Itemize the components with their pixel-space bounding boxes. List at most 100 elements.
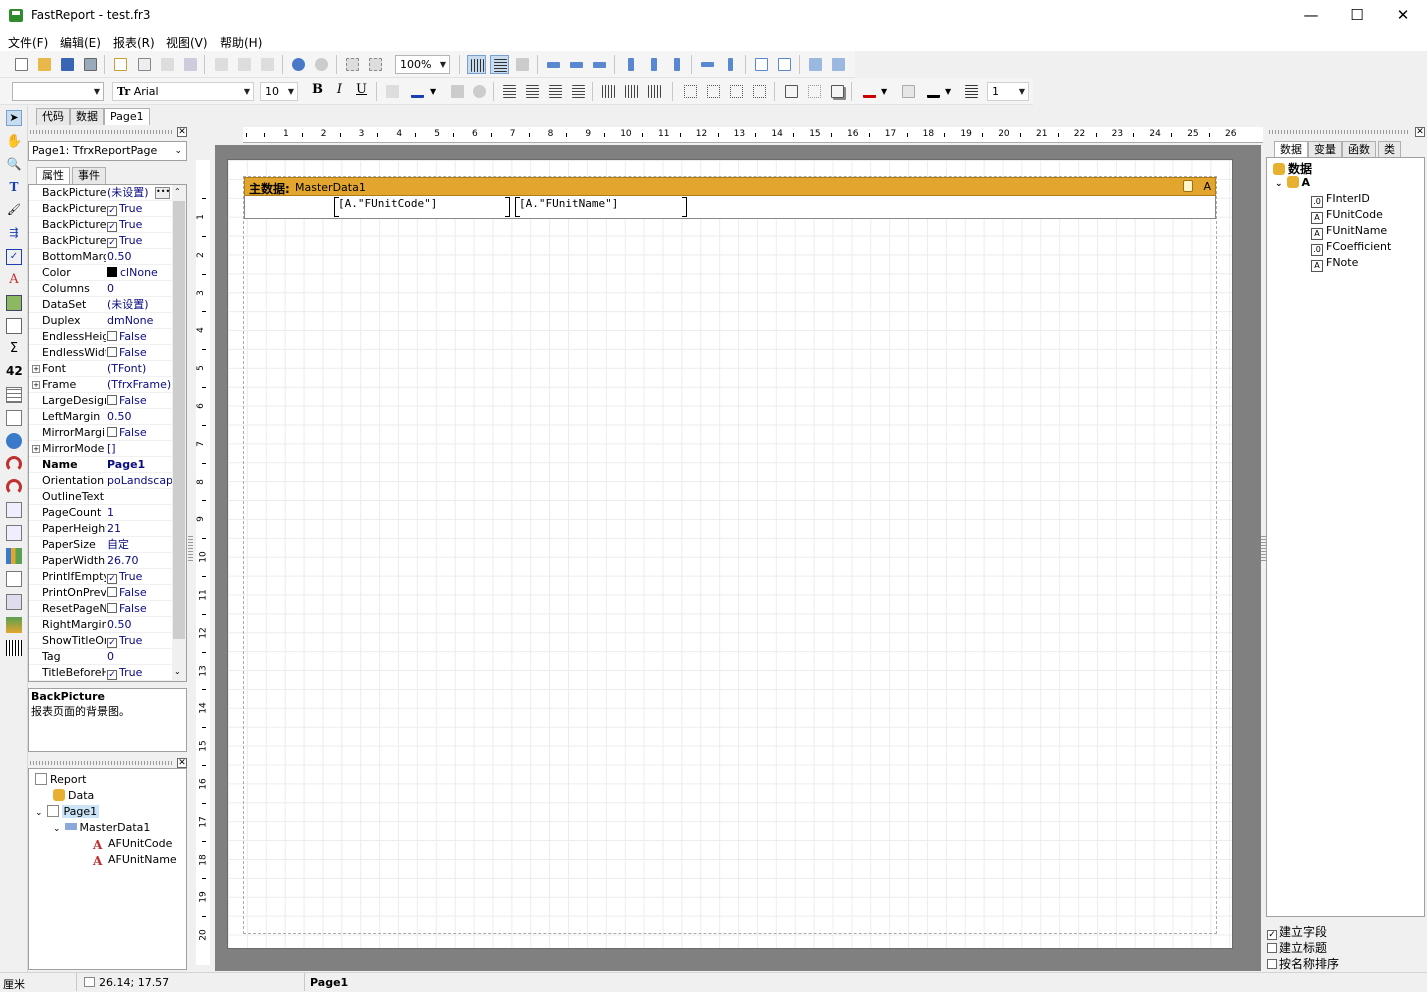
select-tool-icon[interactable]: ➤	[6, 110, 22, 126]
hand-tool-icon[interactable]: ✋	[6, 134, 22, 150]
rich-text-tool-icon[interactable]	[6, 410, 22, 426]
expand-icon[interactable]: +	[32, 445, 40, 453]
space-horizontal-icon[interactable]	[698, 55, 717, 74]
property-row[interactable]: Duplex dmNone	[29, 313, 172, 329]
frame-top-icon[interactable]	[681, 82, 700, 101]
checkbox-icon[interactable]: ✓	[107, 638, 117, 648]
align-vcenter-icon[interactable]	[644, 55, 663, 74]
menu-view[interactable]: 视图(V)	[166, 34, 208, 51]
property-value[interactable]: ✓ True	[107, 233, 173, 249]
bold-button[interactable]: B	[308, 82, 327, 101]
expand-icon[interactable]: +	[32, 365, 40, 373]
property-value[interactable]: Page1	[107, 457, 173, 473]
property-row[interactable]: MirrorMargins False	[29, 425, 172, 441]
data-field[interactable]: A FUnitName	[1311, 224, 1387, 240]
open-icon[interactable]	[35, 55, 54, 74]
property-row[interactable]: TitleBeforeHe✓True	[29, 665, 172, 681]
tab-events[interactable]: 事件	[72, 167, 106, 184]
expand-icon[interactable]: +	[32, 381, 40, 389]
font-size-combo[interactable]: 10 ▼	[260, 82, 298, 101]
menu-help[interactable]: 帮助(H)	[220, 34, 262, 51]
format-painter-icon[interactable]: 🖌	[6, 203, 22, 219]
property-row[interactable]: PageCount 1	[29, 505, 172, 521]
interval-gauge-tool-icon[interactable]	[6, 479, 22, 495]
property-row[interactable]: ShowTitleOnP✓True	[29, 633, 172, 649]
frame-all-icon[interactable]	[782, 82, 801, 101]
scroll-down-icon[interactable]: ⌄	[174, 667, 181, 676]
data-tree-dataset-a[interactable]: ⌄ A	[1275, 176, 1310, 189]
property-value[interactable]: 0	[107, 649, 173, 665]
frame-left-icon[interactable]	[727, 82, 746, 101]
frame-width-combo[interactable]: 1 ▼	[987, 82, 1029, 101]
checkbox-icon[interactable]	[107, 427, 117, 437]
memo-funitname[interactable]: [A."FUnitName"]	[515, 197, 687, 217]
property-value[interactable]: 0	[107, 281, 173, 297]
inspector-scrollbar[interactable]: ⌃ ⌄	[172, 185, 186, 681]
checkbox-icon[interactable]: ✓	[107, 574, 117, 584]
property-row[interactable]: DataSet (未设置)	[29, 297, 172, 313]
shadow-icon[interactable]	[828, 82, 847, 101]
property-row[interactable]: RightMargin 0.50	[29, 617, 172, 633]
text-justify-icon[interactable]	[569, 82, 588, 101]
property-value[interactable]: False	[107, 601, 173, 617]
ungroup-icon[interactable]	[366, 55, 385, 74]
property-row[interactable]: BackPicture (未设置) •••	[29, 185, 172, 201]
style-combo[interactable]: ▼	[12, 82, 104, 101]
rotation-icon[interactable]	[470, 82, 489, 101]
property-row[interactable]: BackPictureSt✓True	[29, 217, 172, 233]
tree-node-masterdata1[interactable]: ⌄ MasterData1	[53, 821, 150, 834]
table-tool-icon[interactable]	[6, 387, 22, 403]
property-row[interactable]: BackPictureVi✓True	[29, 233, 172, 249]
tab-code[interactable]: 代码	[36, 108, 70, 125]
tree-grip[interactable]	[30, 761, 172, 765]
property-row[interactable]: EndlessHeigh False	[29, 329, 172, 345]
menu-report[interactable]: 报表(R)	[113, 34, 155, 51]
text-align-center-icon[interactable]	[523, 82, 542, 101]
chart-tool-icon[interactable]	[6, 548, 22, 564]
text-tool-icon[interactable]: T	[6, 180, 22, 196]
font-color-icon[interactable]	[408, 82, 427, 101]
tree-close-icon[interactable]: ✕	[177, 758, 187, 768]
property-row[interactable]: Name Page1	[29, 457, 172, 473]
fill-color-dropdown-icon[interactable]: ▼	[881, 82, 900, 101]
font-color-dropdown-icon[interactable]: ▼	[430, 82, 449, 101]
barcode-tool-icon[interactable]	[6, 640, 22, 656]
system-text-tool-icon[interactable]: Σ	[6, 341, 22, 357]
ellipsis-button[interactable]: •••	[155, 187, 170, 199]
scrollbar-thumb[interactable]	[173, 201, 185, 639]
pdf-tool-icon[interactable]	[6, 571, 22, 587]
property-row[interactable]: LargeDesignH False	[29, 393, 172, 409]
new-icon[interactable]	[12, 55, 31, 74]
property-value[interactable]: 26.70	[107, 553, 173, 569]
inspector-grip[interactable]	[30, 130, 172, 134]
fill-style-icon[interactable]	[899, 82, 918, 101]
property-value[interactable]: 自定	[107, 537, 173, 553]
tab-data-tree[interactable]: 数据	[1274, 141, 1308, 158]
tree-node-report[interactable]: Report	[35, 773, 86, 786]
checkbox-icon[interactable]: ✓	[107, 238, 117, 248]
cut-icon[interactable]	[212, 55, 231, 74]
same-height-icon[interactable]	[829, 55, 848, 74]
text-align-right-icon[interactable]	[546, 82, 565, 101]
data-field[interactable]: A FUnitCode	[1311, 208, 1383, 224]
copy-icon[interactable]	[235, 55, 254, 74]
checkbox-icon[interactable]: ✓	[107, 206, 117, 216]
checkbox-icon[interactable]	[107, 587, 117, 597]
property-row[interactable]: PrintOnPrevio False	[29, 585, 172, 601]
ole-tool-icon[interactable]	[6, 502, 22, 518]
text-align-left-icon[interactable]	[500, 82, 519, 101]
map-tool-icon[interactable]	[6, 433, 22, 449]
frame-right-icon[interactable]	[750, 82, 769, 101]
inspector-close-icon[interactable]: ✕	[177, 127, 187, 137]
property-value[interactable]: 1	[107, 505, 173, 521]
property-value[interactable]: 0.50	[107, 249, 173, 265]
data-field[interactable]: A FNote	[1311, 256, 1358, 272]
data-field[interactable]: .0 FCoefficient	[1311, 240, 1391, 256]
checkbox-icon[interactable]	[1267, 959, 1277, 969]
option-create-fields[interactable]: ✓ 建立字段	[1267, 923, 1327, 940]
subreport-tool-icon[interactable]	[6, 318, 22, 334]
checkbox-icon[interactable]	[107, 395, 117, 405]
masterdata-band-header[interactable]: 主数据: MasterData1 A	[244, 177, 1216, 196]
center-horizontal-icon[interactable]	[752, 55, 771, 74]
property-value[interactable]: ✓ True	[107, 569, 173, 585]
